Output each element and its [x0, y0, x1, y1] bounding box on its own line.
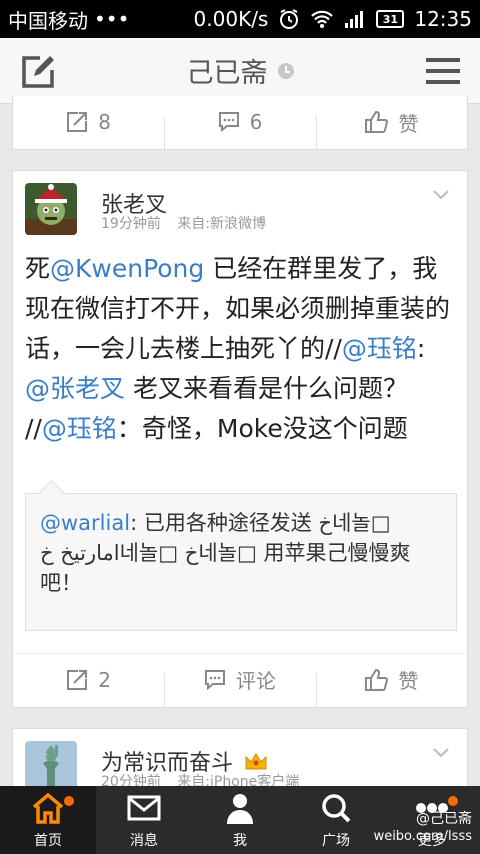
tab-me[interactable]: 我 [192, 786, 288, 854]
post-actions: 2 评论 赞 [13, 653, 467, 707]
wifi-icon [310, 9, 334, 29]
search-icon [316, 788, 356, 828]
menu-icon[interactable] [426, 56, 460, 86]
carrier-label: 中国移动 [8, 8, 88, 33]
like-button[interactable]: 赞 [315, 108, 467, 150]
tab-label: 我 [233, 833, 247, 849]
repost-button[interactable]: 8 [13, 110, 164, 134]
notification-dots: ••• [94, 7, 130, 31]
post-meta: 19分钟前 来自:新浪微博 [101, 213, 266, 233]
page-title[interactable]: 己已斋 [187, 51, 294, 90]
quoted-post[interactable]: @warlial: 已用各种途径发送 ﺥ네놀□ ﺍﻣﺎﺭﺗﻴﺦ ﺥ네놀□ ﺥ네놀… [25, 493, 457, 631]
like-label: 赞 [398, 669, 419, 693]
post-actions: 8 6 赞 [13, 96, 467, 152]
quoted-text: @warlial: 已用各种途径发送 ﺥ네놀□ ﺍﻣﺎﺭﺗﻴﺦ ﺥ네놀□ ﺥ네놀… [40, 511, 411, 595]
watermark: @己已斋 weibo.com/lsss [373, 811, 472, 844]
comment-button[interactable]: 6 [164, 110, 315, 152]
home-icon [28, 788, 68, 828]
avatar[interactable] [25, 183, 77, 235]
tab-home[interactable]: 首页 [0, 786, 96, 854]
mail-icon [124, 788, 164, 828]
repost-icon [67, 669, 88, 690]
signal-icon [344, 9, 366, 29]
clock-icon [277, 62, 294, 79]
network-speed: 0.00K/s [193, 7, 269, 31]
alarm-icon [278, 8, 300, 30]
repost-count: 8 [98, 110, 112, 134]
tab-label: 首页 [34, 833, 62, 849]
repost-button[interactable]: 2 [13, 668, 164, 692]
post-text: 死@KwenPong 已经在群里发了，我现在微信打不开，如果必须删掉重装的话，一… [25, 254, 451, 443]
clock-time: 12:35 [414, 7, 472, 31]
compose-icon[interactable] [20, 54, 56, 90]
mention-link[interactable]: @珏铭 [342, 334, 417, 363]
post-card: 张老叉 19分钟前 来自:新浪微博 死@KwenPong 已经在群里发了，我现在… [12, 170, 468, 708]
comment-icon [204, 669, 225, 690]
battery-icon: 31 [376, 10, 405, 28]
comment-button[interactable]: 评论 [164, 665, 315, 707]
notification-badge [64, 796, 74, 806]
comment-label: 评论 [235, 669, 276, 693]
post-card: 8 6 赞 [12, 96, 468, 152]
comment-icon [218, 112, 239, 133]
status-bar: 中国移动 ••• 0.00K/s 31 12:35 [0, 0, 480, 38]
repost-icon [67, 112, 88, 132]
repost-count: 2 [98, 667, 112, 692]
notification-badge [448, 796, 458, 806]
mention-link[interactable]: @KwenPong [50, 254, 204, 283]
tab-messages[interactable]: 消息 [96, 786, 192, 854]
comment-count: 6 [249, 110, 263, 134]
mention-link[interactable]: @warlial [40, 511, 130, 535]
like-label: 赞 [398, 111, 419, 136]
tab-label: 消息 [130, 833, 158, 849]
chevron-down-icon[interactable] [433, 185, 449, 204]
thumbs-up-icon [365, 111, 389, 133]
chevron-down-icon[interactable] [433, 743, 449, 762]
mention-link[interactable]: @张老叉 [25, 374, 125, 403]
thumbs-up-icon [365, 668, 389, 691]
like-button[interactable]: 赞 [315, 665, 467, 707]
mention-link[interactable]: @珏铭 [42, 414, 117, 443]
post-source: 来自:新浪微博 [177, 216, 266, 232]
person-icon [220, 788, 260, 828]
title-bar: 己已斋 [0, 38, 480, 104]
post-time: 19分钟前 [101, 216, 161, 232]
tab-label: 广场 [322, 833, 350, 849]
